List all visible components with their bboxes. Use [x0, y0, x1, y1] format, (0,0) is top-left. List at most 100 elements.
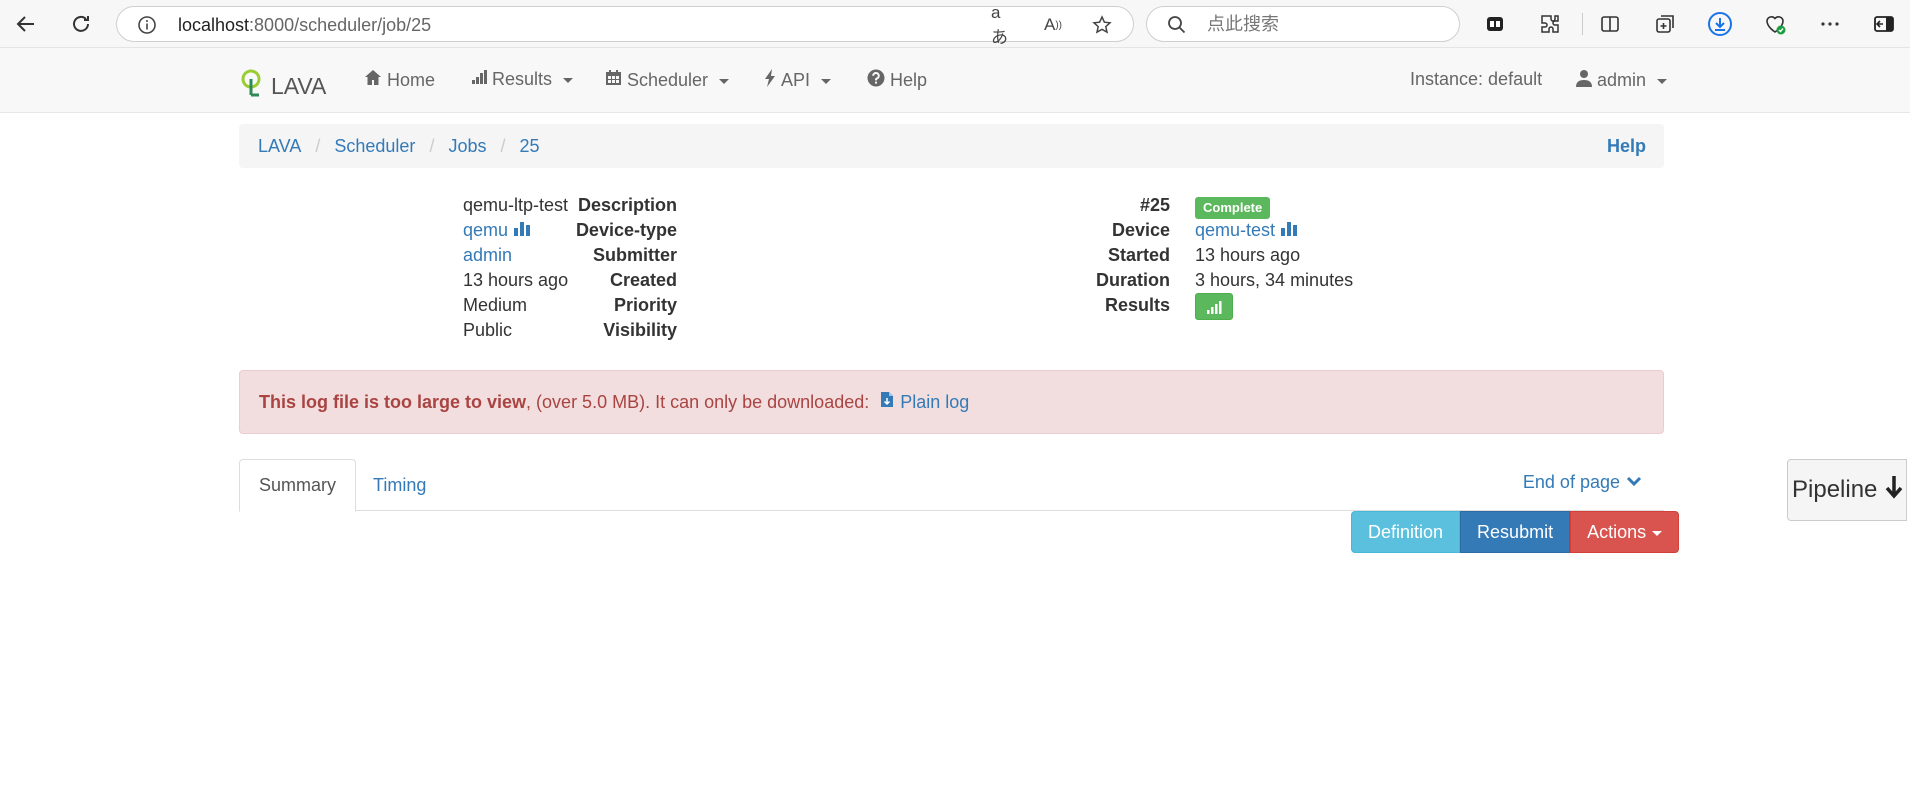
duration-value: 3 hours, 34 minutes: [1195, 270, 1354, 290]
visibility-value: Public: [463, 320, 513, 340]
breadcrumb-help-link[interactable]: Help: [1607, 136, 1646, 157]
tab-summary[interactable]: Summary: [239, 459, 357, 512]
tab-collections-icon[interactable]: [1651, 10, 1679, 38]
alert-text: , (over 5.0 MB). It can only be download…: [526, 391, 875, 412]
submitter-link[interactable]: admin: [463, 245, 512, 266]
device-type-stats-icon[interactable]: [514, 220, 531, 241]
brand-text: LAVA: [271, 72, 327, 99]
plain-log-link[interactable]: Plain log: [880, 391, 969, 413]
created-value: 13 hours ago: [463, 270, 569, 290]
nav-results-label: Results: [492, 69, 553, 89]
definition-button[interactable]: Definition: [1351, 511, 1461, 553]
chevron-down-icon: [563, 78, 574, 83]
nav-scheduler-label: Scheduler: [627, 69, 709, 90]
description-value: qemu-ltp-test: [463, 195, 569, 215]
navbar: LAVA Home Results Scheduler API Help Ins: [0, 48, 1910, 113]
nav-results[interactable]: Results: [471, 69, 574, 90]
device-type-label: Device-type: [575, 220, 677, 240]
log-too-large-alert: This log file is too large to view, (ove…: [239, 370, 1664, 434]
lava-logo-icon: [239, 68, 263, 104]
search-icon: [1167, 15, 1187, 40]
breadcrumb-job-id[interactable]: 25: [520, 136, 540, 157]
collections-icon[interactable]: [1481, 10, 1509, 38]
file-download-icon: [880, 391, 894, 413]
description-label: Description: [577, 195, 677, 215]
read-aloud-icon[interactable]: A)): [1042, 14, 1064, 36]
duration-label: Duration: [1096, 270, 1170, 290]
nav-home[interactable]: Home: [364, 69, 435, 91]
resubmit-button[interactable]: Resubmit: [1460, 511, 1571, 553]
end-of-page-link[interactable]: End of page: [1523, 472, 1642, 493]
priority-value: Medium: [463, 295, 528, 315]
question-circle-icon: [867, 69, 885, 92]
translate-icon[interactable]: aあ: [991, 3, 1013, 47]
address-bar[interactable]: localhost:8000/scheduler/job/25 aあ A)): [116, 3, 1134, 47]
favorite-star-icon[interactable]: [1091, 14, 1113, 36]
actions-button[interactable]: Actions: [1570, 511, 1680, 553]
breadcrumb-lava[interactable]: LAVA: [258, 136, 301, 157]
back-icon[interactable]: [12, 10, 40, 38]
nav-home-label: Home: [387, 69, 436, 90]
breadcrumb-scheduler[interactable]: Scheduler: [334, 136, 415, 157]
chevron-down-icon: [1626, 472, 1642, 493]
tab-timing[interactable]: Timing: [354, 459, 445, 511]
device-label: Device: [1111, 220, 1170, 240]
sidebar-toggle-icon[interactable]: [1870, 10, 1898, 38]
browser-toolbar: localhost:8000/scheduler/job/25 aあ A)): [0, 0, 1910, 48]
refresh-icon[interactable]: [67, 10, 95, 38]
url-text: localhost:8000/scheduler/job/25: [178, 15, 432, 35]
bar-chart-icon: [471, 69, 487, 90]
nav-scheduler[interactable]: Scheduler: [605, 69, 730, 91]
started-value: 13 hours ago: [1195, 245, 1301, 265]
chevron-down-icon: [719, 78, 730, 84]
browser-health-icon[interactable]: [1761, 10, 1789, 38]
home-icon: [364, 69, 382, 91]
chevron-down-icon: [1657, 79, 1668, 84]
results-label: Results: [1104, 295, 1170, 315]
arrow-down-icon: [1885, 475, 1903, 506]
job-action-buttons: Definition Resubmit Actions: [1351, 511, 1680, 553]
job-details-left: Description qemu-ltp-test Device-type qe…: [239, 195, 1039, 345]
pipeline-button[interactable]: Pipeline: [1787, 459, 1907, 521]
device-link[interactable]: qemu-test: [1195, 220, 1275, 241]
chevron-down-icon: [1652, 530, 1663, 536]
breadcrumb-separator: /: [315, 136, 321, 156]
job-id-label: #25: [1139, 195, 1170, 215]
breadcrumb-separator: /: [500, 136, 506, 156]
job-tabs: Summary Timing End of page: [239, 459, 1664, 512]
actions-label: Actions: [1587, 521, 1647, 542]
bolt-icon: [764, 69, 776, 92]
download-icon[interactable]: [1706, 10, 1734, 38]
user-menu[interactable]: admin: [1576, 69, 1668, 92]
nav-help[interactable]: Help: [867, 69, 927, 92]
device-stats-icon[interactable]: [1281, 220, 1298, 241]
alert-bold-text: This log file is too large to view: [259, 391, 527, 412]
toolbar-divider: [1582, 13, 1583, 35]
extensions-icon[interactable]: [1536, 10, 1564, 38]
nav-help-label: Help: [890, 70, 928, 90]
status-badge: Complete: [1195, 197, 1271, 219]
priority-label: Priority: [613, 295, 677, 315]
instance-text: Instance: default: [1410, 69, 1543, 89]
brand-link[interactable]: LAVA: [239, 68, 326, 104]
pipeline-label: Pipeline: [1792, 476, 1878, 503]
visibility-label: Visibility: [603, 320, 677, 340]
search-input[interactable]: [1207, 13, 1447, 35]
nav-api[interactable]: API: [764, 69, 832, 92]
user-name: admin: [1597, 70, 1647, 90]
results-button[interactable]: [1195, 293, 1233, 320]
plain-log-label: Plain log: [900, 391, 970, 412]
breadcrumb-separator: /: [429, 136, 435, 156]
user-icon: [1576, 69, 1592, 92]
started-label: Started: [1107, 245, 1170, 265]
device-type-link[interactable]: qemu: [463, 220, 508, 241]
end-of-page-label: End of page: [1522, 472, 1620, 492]
more-options-icon[interactable]: [1816, 10, 1844, 38]
breadcrumb-jobs[interactable]: Jobs: [448, 136, 486, 157]
created-label: Created: [609, 270, 677, 290]
info-icon[interactable]: [137, 15, 157, 40]
chevron-down-icon: [821, 79, 832, 84]
split-screen-icon[interactable]: [1596, 10, 1624, 38]
browser-search[interactable]: [1146, 6, 1460, 42]
submitter-label: Submitter: [592, 245, 677, 265]
